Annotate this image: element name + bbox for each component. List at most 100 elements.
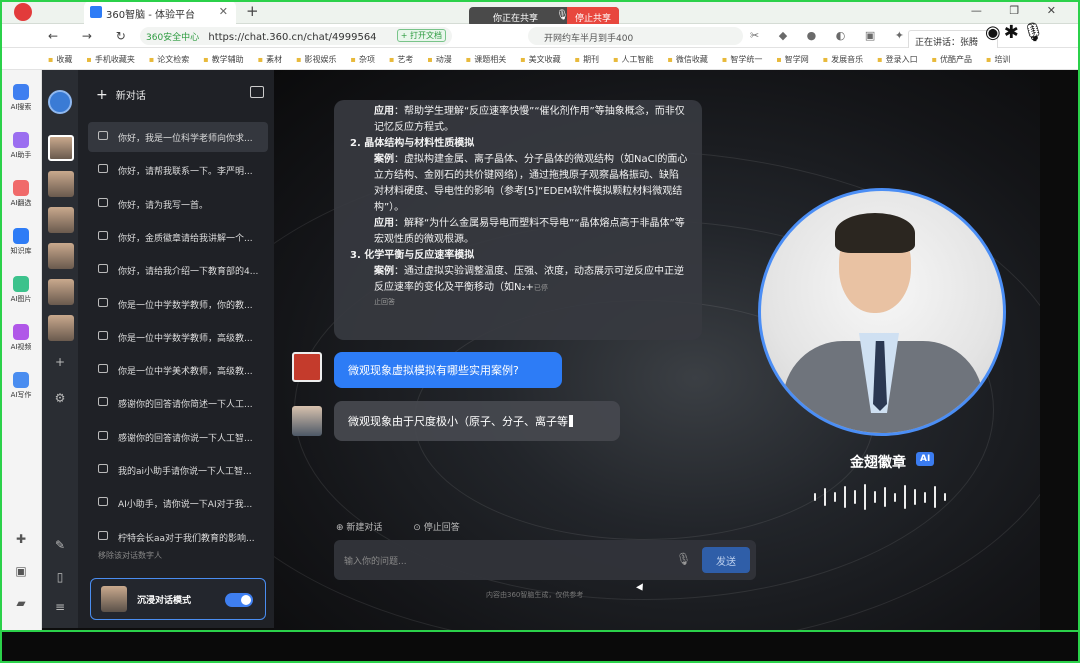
waveform-bar <box>944 493 946 501</box>
rail-item[interactable]: AI写作 <box>0 372 42 400</box>
browser-search-field[interactable]: 开网约车半月到手400 <box>528 27 743 45</box>
conversation-item[interactable]: 你是一位中学数学教师，你的教... <box>88 289 268 319</box>
chat-bubble-icon <box>98 164 108 174</box>
new-chat-label: 新对话 <box>115 91 146 102</box>
mic-icon[interactable]: 🎙 <box>676 552 691 566</box>
send-button[interactable]: 发送 <box>702 547 750 573</box>
rail-item[interactable]: AI搜索 <box>0 84 42 112</box>
phone-icon[interactable]: ▯ <box>53 570 67 584</box>
avatar-item[interactable] <box>48 171 74 197</box>
conversation-title: 你是一位中学数学教师，你的教... <box>118 300 253 311</box>
conversation-item[interactable]: 你好，请给我介绍一下教育部的4... <box>88 255 268 285</box>
bookmark-item[interactable]: 微信收藏 <box>667 55 707 64</box>
bookmark-item[interactable]: 课题相关 <box>466 55 506 64</box>
bookmark-item[interactable]: 智学统一 <box>722 55 762 64</box>
tab-title: 360智脑 - 体验平台 <box>106 10 196 21</box>
conversation-item[interactable]: 你是一位中学数学教师，高级教... <box>88 322 268 352</box>
open-doc-button[interactable]: + 打开文档 <box>396 29 446 42</box>
conversation-title: 感谢你的回答请你说一下人工智... <box>118 433 253 444</box>
avatar-item[interactable] <box>48 243 74 269</box>
rail-item-icon <box>13 276 29 292</box>
chat-bubble-icon <box>98 430 108 440</box>
rail-item[interactable]: 知识库 <box>0 228 42 256</box>
bookmark-item[interactable]: 素材 <box>258 55 282 64</box>
secure-badge: 360安全中心 <box>146 33 200 43</box>
bookmark-item[interactable]: 艺考 <box>389 55 413 64</box>
capture-icon[interactable]: ▣ <box>13 564 29 578</box>
bookmark-item[interactable]: 美文收藏 <box>520 55 560 64</box>
bookmark-item[interactable]: 发展音乐 <box>823 55 863 64</box>
digital-human-name: 金翅徽章 <box>850 455 906 471</box>
floating-control-icons[interactable]: ◉✱🎙 <box>985 22 1048 43</box>
window-controls[interactable]: — ❐ ✕ <box>971 4 1068 17</box>
browser-tab[interactable]: 360智脑 - 体验平台 ✕ <box>84 1 236 24</box>
bookmark-item[interactable]: 人工智能 <box>613 55 653 64</box>
waveform-bar <box>874 491 876 503</box>
close-tab-icon[interactable]: ✕ <box>219 5 228 18</box>
conversation-item[interactable]: 你好，请帮我联系一下。李严明... <box>88 155 268 185</box>
toolbox-icon[interactable]: ▰ <box>13 596 29 610</box>
conversation-item[interactable]: 柠特会长aa对于我们教育的影响... <box>88 522 268 552</box>
rail-item-icon <box>13 180 29 196</box>
collapse-sidebar-icon[interactable] <box>250 86 264 98</box>
settings-icon[interactable]: ⚙ <box>53 391 67 405</box>
rail-item[interactable]: AI图片 <box>0 276 42 304</box>
question-input[interactable]: 输入你的问题... 🎙 发送 <box>334 540 756 580</box>
conversation-item[interactable]: 我的ai小助手请你说一下人工智... <box>88 455 268 485</box>
bookmark-item[interactable]: 收藏 <box>48 55 72 64</box>
rail-item[interactable]: AI助手 <box>0 132 42 160</box>
url-text: https://chat.360.cn/chat/4999564 <box>208 32 377 43</box>
bookmark-item[interactable]: 培训 <box>986 55 1010 64</box>
new-chat-button[interactable]: + 新对话 <box>96 87 146 103</box>
remove-twin-link[interactable]: 移除该对话数字人 <box>98 550 162 561</box>
chat-bubble-icon <box>98 364 108 374</box>
puzzle-icon[interactable]: ✚ <box>13 532 29 546</box>
stopped-answer-note: 止回答 <box>374 298 395 306</box>
menu-icon[interactable]: ≡ <box>53 600 67 614</box>
bookmark-item[interactable]: 杂项 <box>351 55 375 64</box>
conversation-title: 你好，请帮我联系一下。李严明... <box>118 167 253 178</box>
bookmark-item[interactable]: 动漫 <box>427 55 451 64</box>
edit-icon[interactable]: ✎ <box>53 538 67 552</box>
rail-item[interactable]: AI视频 <box>0 324 42 352</box>
conversation-item[interactable]: 感谢你的回答请你说一下人工智... <box>88 422 268 452</box>
stop-answer-action[interactable]: ⊙ 停止回答 <box>413 523 473 533</box>
bookmark-item[interactable]: 优酷产品 <box>932 55 972 64</box>
bookmark-item[interactable]: 登录入口 <box>877 55 917 64</box>
chat-bubble-icon <box>98 464 108 473</box>
avatar-item[interactable] <box>48 315 74 341</box>
conversation-item[interactable]: 你好，金质徽章请给我讲解一个... <box>88 222 268 252</box>
waveform-bar <box>904 485 906 509</box>
bookmark-item[interactable]: 影视娱乐 <box>296 55 336 64</box>
bookmark-item[interactable]: 智学网 <box>776 55 808 64</box>
bookmark-item[interactable]: 手机收藏夹 <box>86 55 134 64</box>
conversation-item[interactable]: 你好，请为我写一首。 <box>88 189 268 219</box>
immersive-mode-toggle[interactable] <box>225 593 253 607</box>
new-chat-action[interactable]: ⊕ 新建对话 <box>336 523 396 533</box>
streaming-answer-bubble: 微观现象由于尺度极小（原子、分子、离子等 <box>334 401 620 441</box>
rail-item[interactable]: AI翻选 <box>0 180 42 208</box>
avatar-item[interactable] <box>48 207 74 233</box>
user-avatar <box>292 352 322 382</box>
avatar-item[interactable] <box>48 279 74 305</box>
add-icon[interactable]: + <box>53 355 67 369</box>
conversation-item[interactable]: AI小助手，请你说一下AI对于我... <box>88 488 268 518</box>
chat-bubble-icon <box>98 131 108 140</box>
conversation-item[interactable]: 你是一位中学美术教师，高级教... <box>88 355 268 385</box>
bookmark-item[interactable]: 论文检索 <box>149 55 189 64</box>
conversation-item[interactable]: 你好，我是一位科学老师向你求... <box>88 122 268 152</box>
answer-heading: 3. 化学平衡与反应速率模拟 <box>350 250 475 261</box>
conversation-title: 你好，我是一位科学老师向你求... <box>118 134 253 144</box>
bookmark-item[interactable]: 期刊 <box>575 55 599 64</box>
new-tab-icon[interactable]: + <box>246 2 259 20</box>
chat-bubble-icon <box>98 264 108 274</box>
chat-bubble-icon <box>98 397 108 407</box>
share-status-text: 你正在共享 <box>493 14 539 24</box>
rail-item-icon <box>13 372 29 388</box>
conversation-item[interactable]: 感谢你的回答请你简述一下人工... <box>88 388 268 418</box>
answer-text: ：虚拟构建金属、离子晶体、分子晶体的微观结构（如NaCl的面心立方结构、金刚石的… <box>374 154 688 213</box>
bookmark-item[interactable]: 教学辅助 <box>203 55 243 64</box>
waveform-bar <box>914 489 916 505</box>
url-field[interactable]: 360安全中心 https://chat.360.cn/chat/4999564… <box>140 27 452 45</box>
avatar-item[interactable] <box>48 135 74 161</box>
